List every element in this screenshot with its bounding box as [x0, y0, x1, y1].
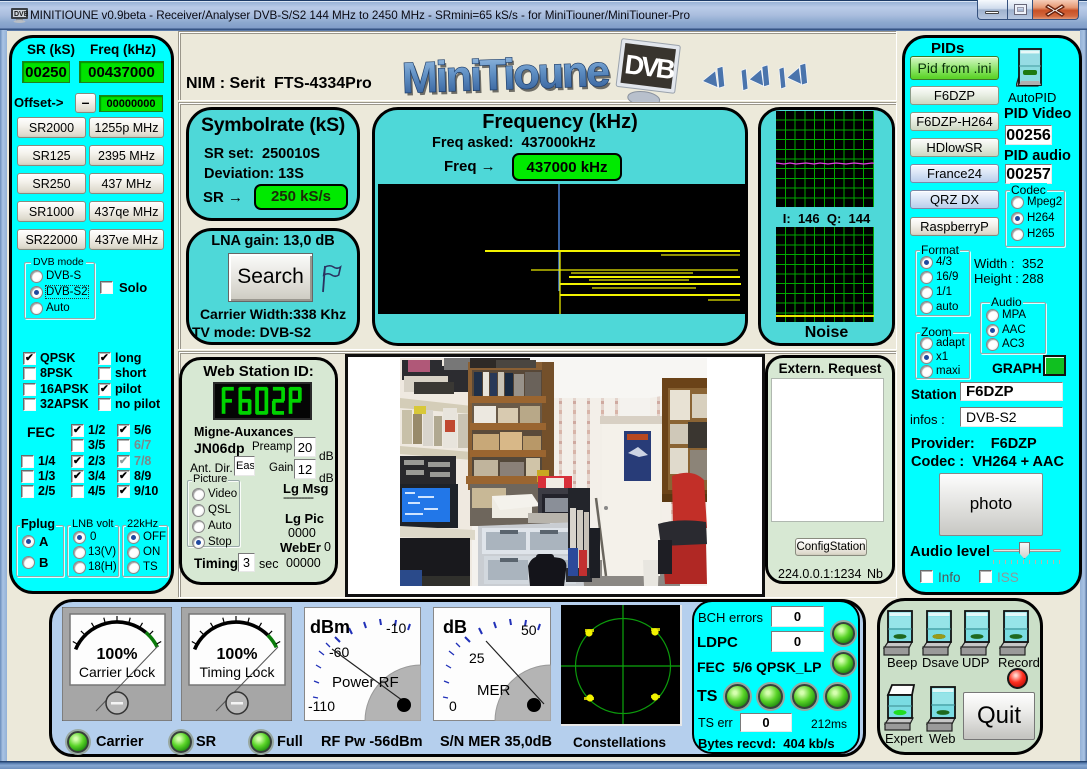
- svg-text:dBm: dBm: [310, 617, 350, 637]
- svg-text:Carrier Lock: Carrier Lock: [79, 664, 156, 680]
- svg-text:-110: -110: [308, 698, 335, 714]
- svg-text:0: 0: [449, 698, 457, 714]
- svg-text:50: 50: [521, 622, 537, 638]
- svg-text:Timing Lock: Timing Lock: [200, 664, 276, 680]
- svg-text:100%: 100%: [217, 646, 258, 663]
- svg-text:100%: 100%: [97, 646, 138, 663]
- svg-text:25: 25: [469, 650, 485, 666]
- svg-text:DVB: DVB: [623, 49, 677, 85]
- svg-text:Power RF: Power RF: [332, 674, 399, 691]
- svg-text:dB: dB: [443, 617, 467, 637]
- svg-text:MiniTioune: MiniTioune: [401, 47, 610, 102]
- svg-text:-10: -10: [386, 620, 406, 636]
- svg-text:MER: MER: [477, 682, 511, 699]
- svg-text:-60: -60: [329, 644, 349, 660]
- svg-text:DVB: DVB: [14, 11, 28, 18]
